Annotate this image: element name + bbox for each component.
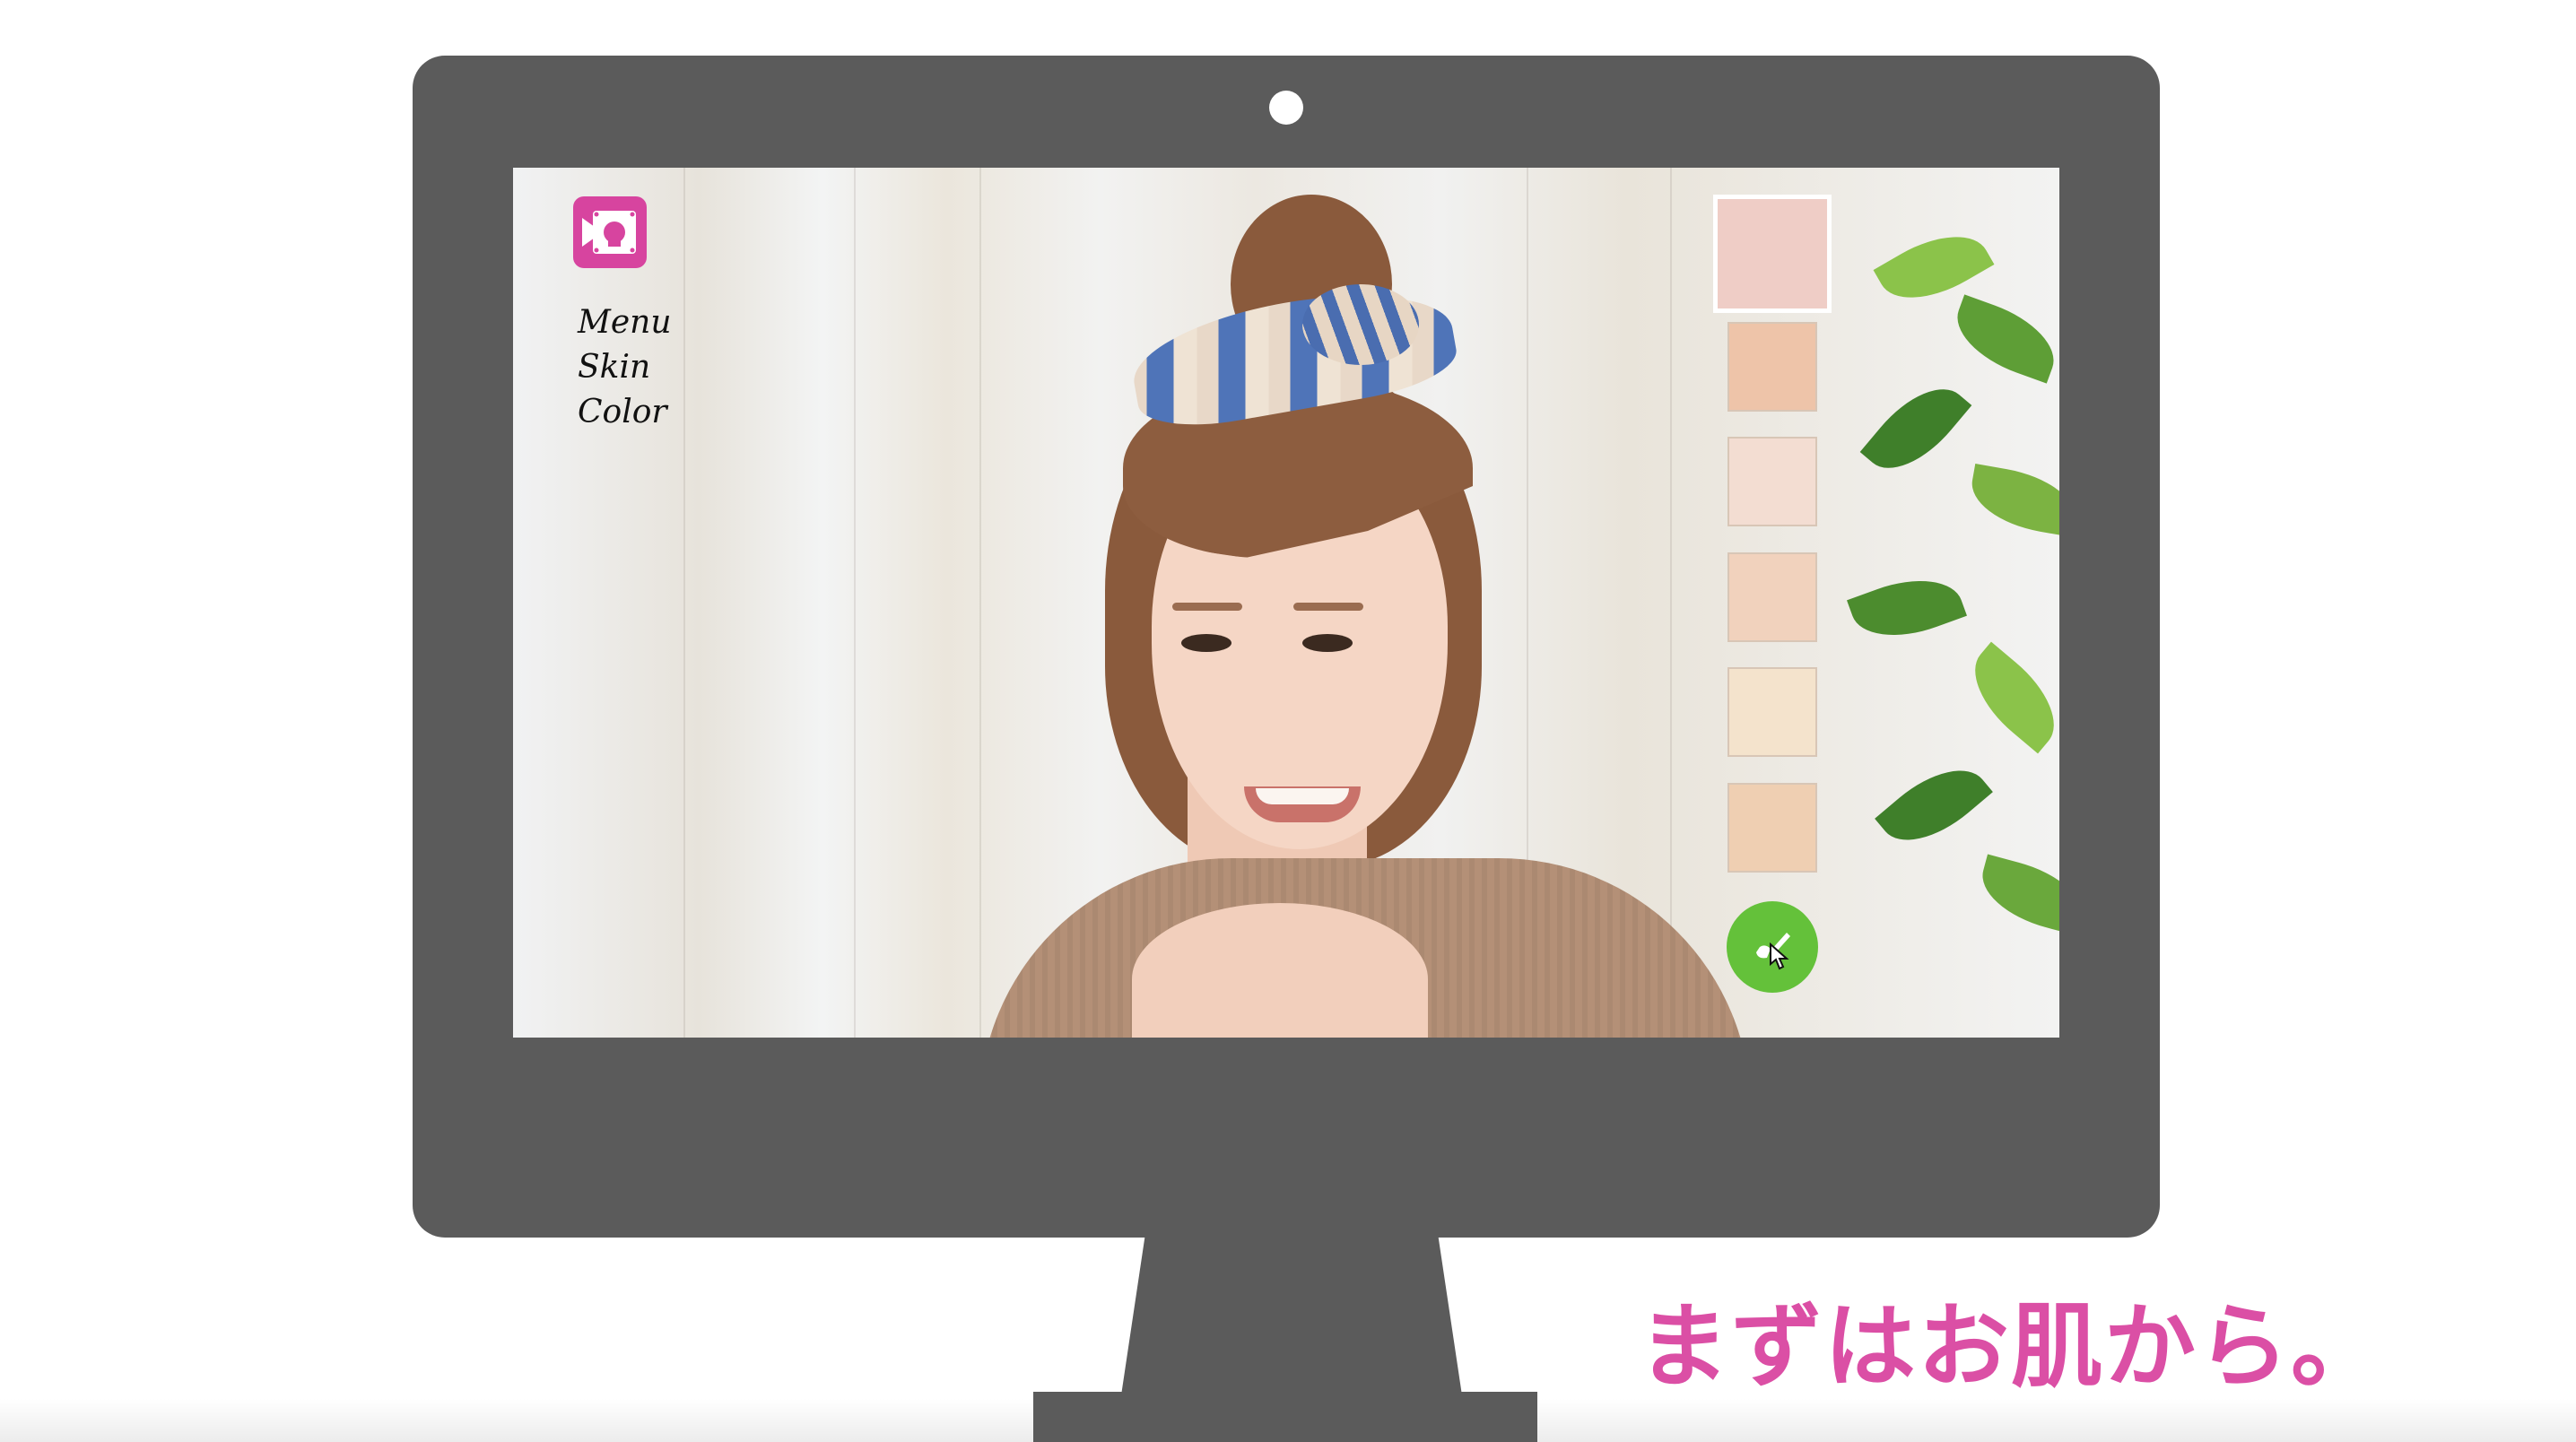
skin-swatch[interactable] xyxy=(1727,783,1817,873)
monitor-stand xyxy=(1121,1236,1462,1395)
monitor-base xyxy=(1033,1392,1537,1442)
skin-swatch[interactable] xyxy=(1727,667,1817,757)
menu-item-color[interactable]: Color xyxy=(578,390,672,435)
side-menu: Menu Skin Color xyxy=(578,300,672,435)
skin-swatch[interactable] xyxy=(1727,552,1817,642)
skin-swatch-selected[interactable] xyxy=(1713,195,1832,313)
mouse-cursor-icon xyxy=(1770,943,1789,970)
skin-swatch[interactable] xyxy=(1727,322,1817,412)
video-face-icon-glyph xyxy=(582,211,636,254)
caption-text: まずはお肌から。 xyxy=(1638,1294,2384,1401)
menu-item-menu[interactable]: Menu xyxy=(578,300,672,345)
webcam-icon xyxy=(1269,91,1303,125)
skin-swatch[interactable] xyxy=(1727,437,1817,526)
menu-item-skin[interactable]: Skin xyxy=(578,345,672,390)
video-face-icon[interactable] xyxy=(573,196,647,268)
app-screen: Menu Skin Color xyxy=(513,168,2059,1038)
